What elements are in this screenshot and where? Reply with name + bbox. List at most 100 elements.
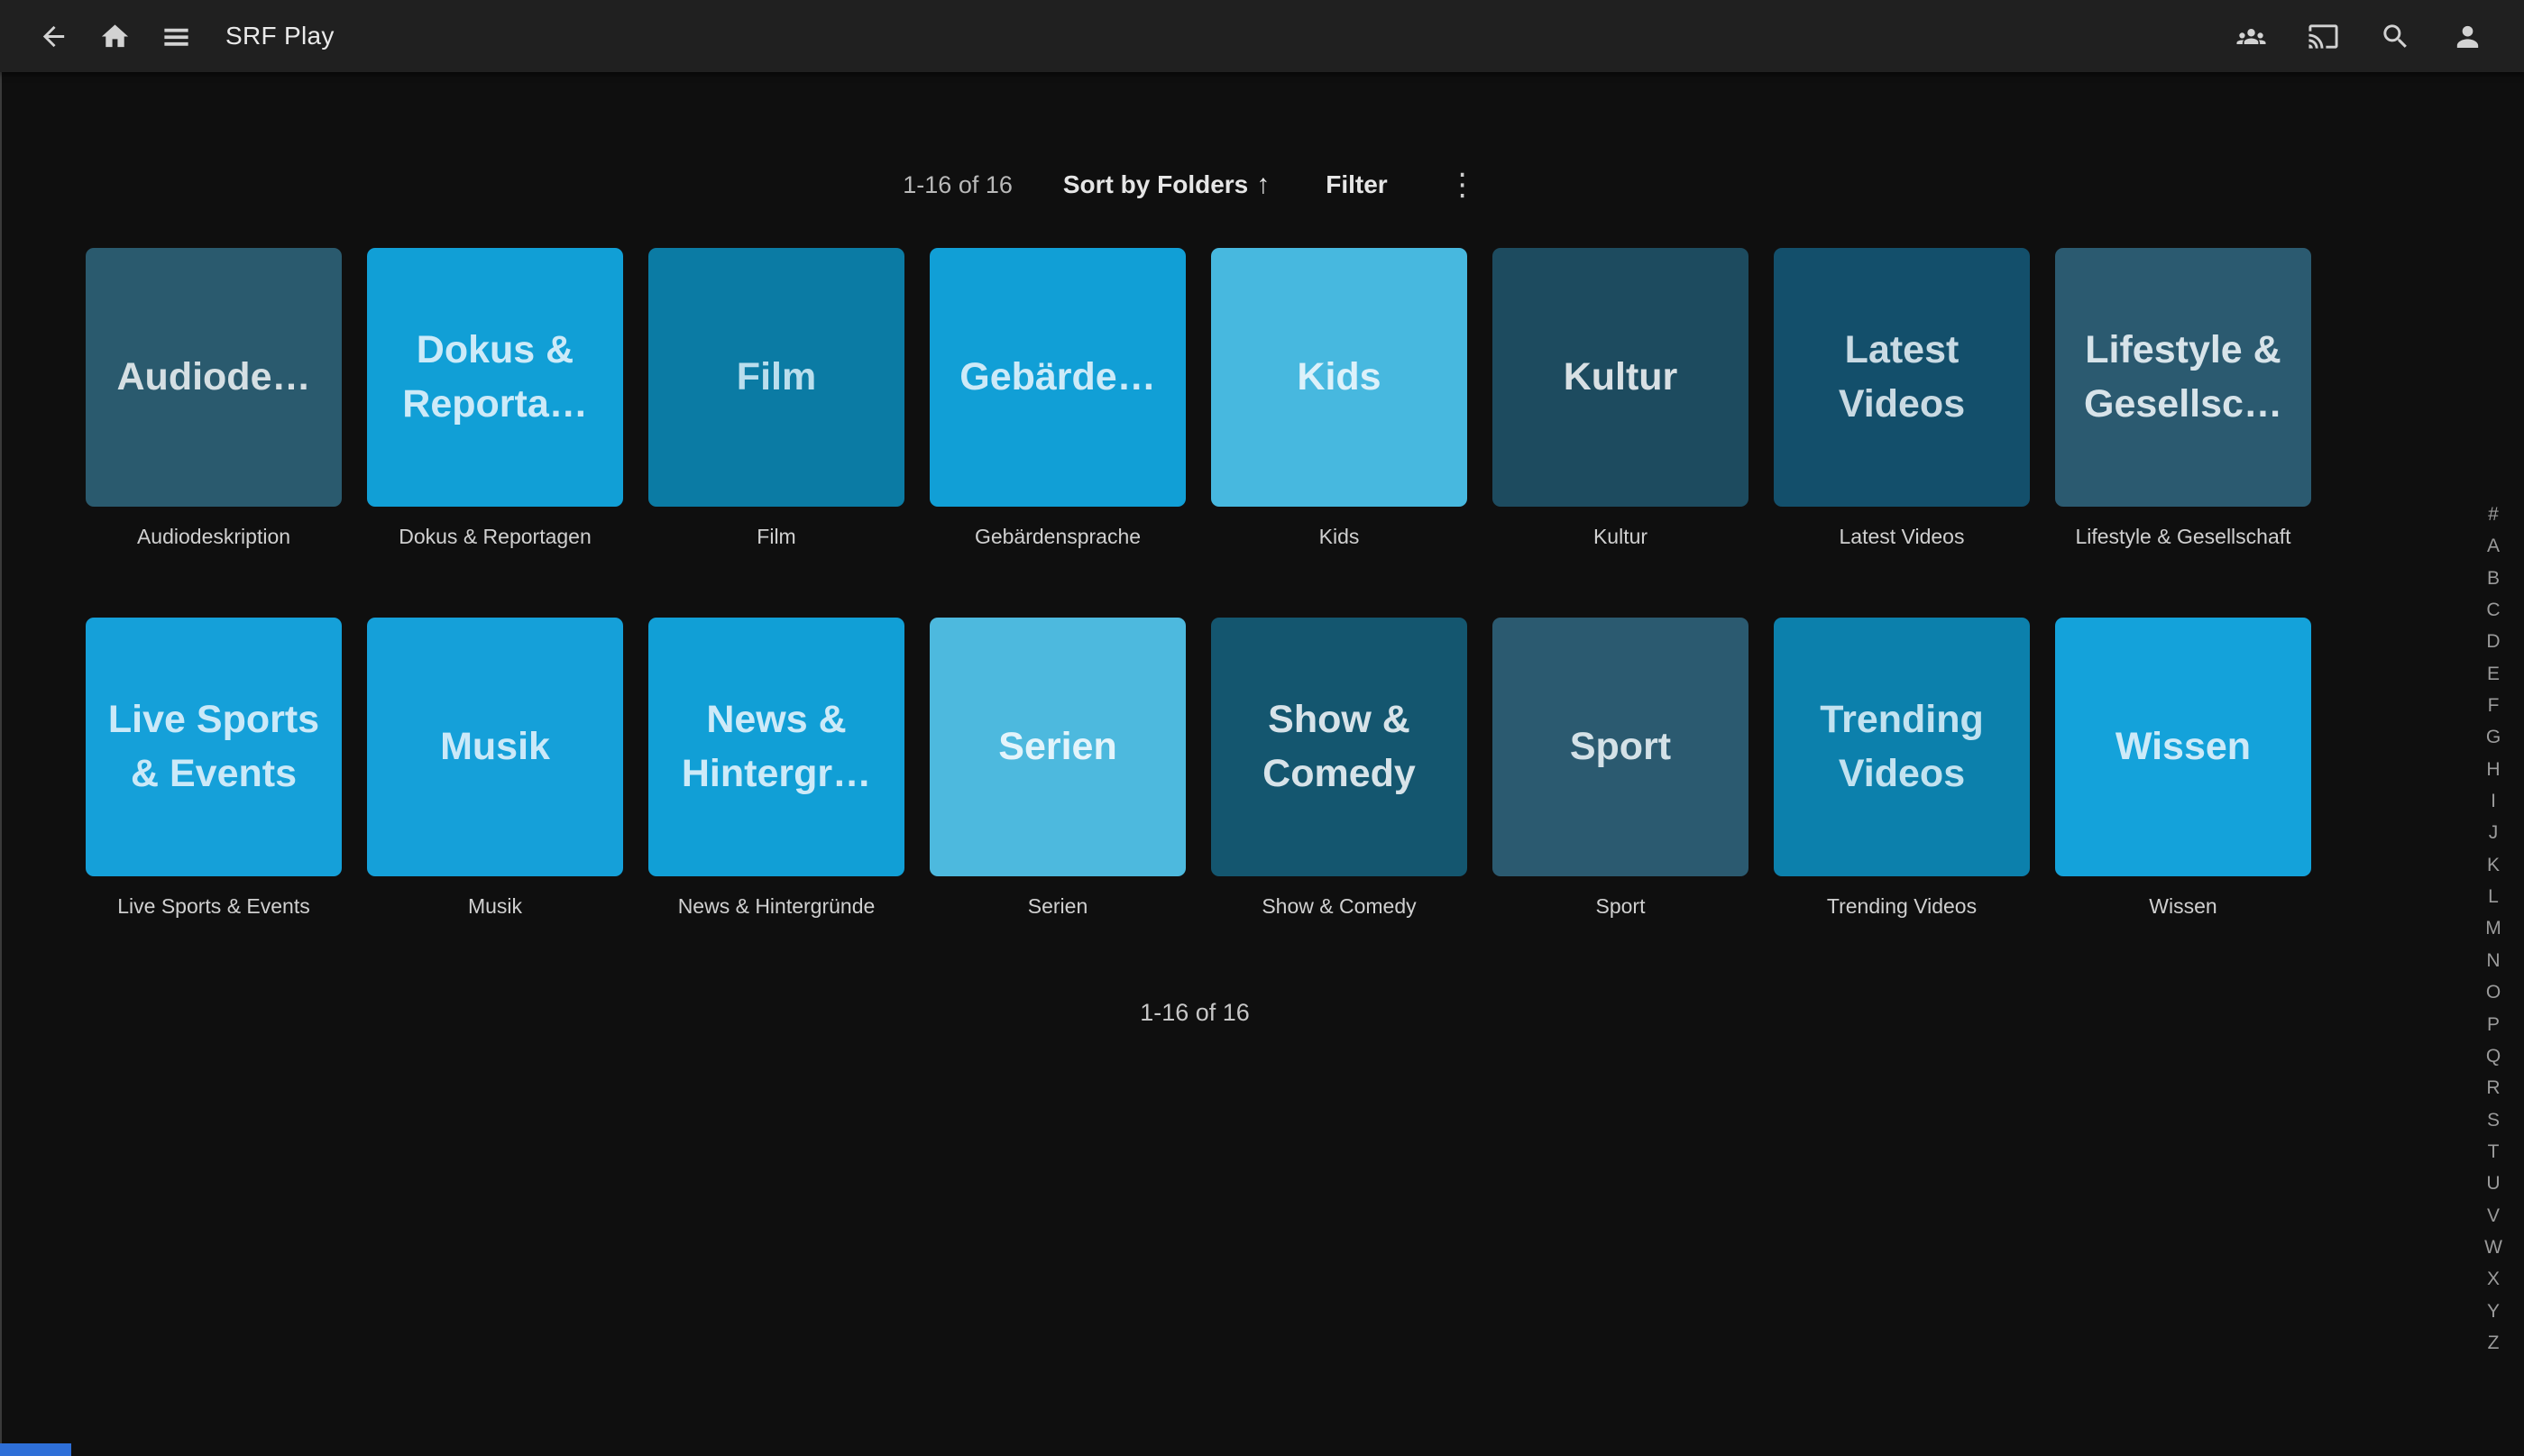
alpha-letter-Y[interactable]: Y [2487, 1302, 2500, 1321]
folder-cell: Kids Kids [1211, 248, 1467, 549]
alpha-letter-hash[interactable]: # [2488, 505, 2499, 524]
folder-tile[interactable]: Sport [1492, 618, 1748, 876]
alpha-letter-P[interactable]: P [2487, 1015, 2500, 1034]
folder-tile[interactable]: Kids [1211, 248, 1467, 507]
folder-caption[interactable]: News & Hintergründe [648, 894, 904, 919]
alpha-letter-A[interactable]: A [2487, 536, 2500, 555]
alpha-letter-U[interactable]: U [2486, 1174, 2500, 1193]
search-button[interactable] [2369, 10, 2421, 62]
folder-cell: Wissen Wissen [2055, 618, 2311, 919]
alpha-letter-Q[interactable]: Q [2486, 1047, 2501, 1066]
folder-caption[interactable]: Latest Videos [1774, 525, 2030, 549]
syncplay-button[interactable] [2225, 10, 2277, 62]
list-toolbar: 1-16 of 16 Sort by Folders ↑ Filter ⋮ [0, 160, 2390, 209]
alpha-letter-N[interactable]: N [2486, 951, 2500, 970]
folder-tile[interactable]: Latest Videos [1774, 248, 2030, 507]
alpha-letter-V[interactable]: V [2487, 1206, 2500, 1225]
cast-button[interactable] [2297, 10, 2349, 62]
alpha-letter-Z[interactable]: Z [2488, 1333, 2500, 1352]
people-group-icon [2235, 21, 2267, 52]
menu-button[interactable] [150, 10, 202, 62]
cast-icon [2308, 21, 2339, 52]
folder-tile[interactable]: Wissen [2055, 618, 2311, 876]
alpha-letter-D[interactable]: D [2486, 632, 2500, 651]
folder-tile-label: Gebärde… [942, 351, 1173, 404]
alpha-letter-L[interactable]: L [2488, 887, 2499, 906]
overflow-menu-button[interactable]: ⋮ [1438, 166, 1487, 204]
folder-caption[interactable]: Gebärdensprache [930, 525, 1186, 549]
alpha-letter-I[interactable]: I [2491, 792, 2496, 810]
alpha-letter-W[interactable]: W [2484, 1238, 2502, 1257]
folder-tile-label: Musik [380, 720, 610, 774]
folder-caption[interactable]: Wissen [2055, 894, 2311, 919]
folder-tile[interactable]: News & Hintergr… [648, 618, 904, 876]
back-arrow-icon [38, 21, 69, 52]
folder-cell: Dokus & Reporta… Dokus & Reportagen [367, 248, 623, 549]
folder-tile[interactable]: Gebärde… [930, 248, 1186, 507]
filter-button[interactable]: Filter [1320, 167, 1392, 203]
folder-tile[interactable]: Trending Videos [1774, 618, 2030, 876]
folder-tile[interactable]: Show & Comedy [1211, 618, 1467, 876]
alpha-letter-B[interactable]: B [2487, 569, 2500, 588]
folder-tile[interactable]: Audiode… [86, 248, 342, 507]
sort-button[interactable]: Sort by Folders ↑ [1058, 166, 1275, 204]
folder-caption[interactable]: Kids [1211, 525, 1467, 549]
sort-button-label: Sort by Folders [1063, 170, 1248, 199]
folder-cell: Trending Videos Trending Videos [1774, 618, 2030, 919]
back-button[interactable] [27, 10, 79, 62]
bottom-accent-bar [0, 1443, 71, 1456]
folder-caption[interactable]: Audiodeskription [86, 525, 342, 549]
alpha-letter-C[interactable]: C [2486, 600, 2500, 619]
page-title: SRF Play [225, 22, 335, 50]
folder-tile[interactable]: Film [648, 248, 904, 507]
folder-tile[interactable]: Lifestyle & Gesellsc… [2055, 248, 2311, 507]
home-button[interactable] [88, 10, 141, 62]
user-button[interactable] [2441, 10, 2493, 62]
folder-caption[interactable]: Serien [930, 894, 1186, 919]
alpha-letter-K[interactable]: K [2487, 856, 2500, 875]
folder-cell: Kultur Kultur [1492, 248, 1748, 549]
alpha-letter-T[interactable]: T [2488, 1142, 2500, 1161]
alpha-letter-X[interactable]: X [2487, 1269, 2500, 1288]
alpha-letter-R[interactable]: R [2486, 1078, 2500, 1097]
folder-grid: Audiode… Audiodeskription Dokus & Report… [86, 248, 2311, 919]
folder-caption[interactable]: Kultur [1492, 525, 1748, 549]
alpha-letter-F[interactable]: F [2488, 696, 2500, 715]
folder-tile[interactable]: Live Sports & Events [86, 618, 342, 876]
filter-button-label: Filter [1326, 170, 1387, 199]
alpha-letter-E[interactable]: E [2487, 664, 2500, 683]
folder-cell: Film Film [648, 248, 904, 549]
folder-caption[interactable]: Musik [367, 894, 623, 919]
alpha-letter-J[interactable]: J [2489, 823, 2499, 842]
folder-tile[interactable]: Kultur [1492, 248, 1748, 507]
home-icon [99, 21, 131, 52]
folder-tile[interactable]: Dokus & Reporta… [367, 248, 623, 507]
folder-tile-label: Dokus & Reporta… [380, 324, 610, 431]
folder-cell: Lifestyle & Gesellsc… Lifestyle & Gesell… [2055, 248, 2311, 549]
alpha-letter-G[interactable]: G [2486, 728, 2501, 746]
folder-caption[interactable]: Show & Comedy [1211, 894, 1467, 919]
folder-tile-label: Latest Videos [1786, 324, 2017, 431]
folder-tile-label: Kids [1224, 351, 1455, 404]
folder-tile[interactable]: Serien [930, 618, 1186, 876]
alpha-letter-H[interactable]: H [2486, 760, 2500, 779]
folder-caption[interactable]: Trending Videos [1774, 894, 2030, 919]
folder-tile[interactable]: Musik [367, 618, 623, 876]
folder-caption[interactable]: Sport [1492, 894, 1748, 919]
folder-caption[interactable]: Dokus & Reportagen [367, 525, 623, 549]
folder-caption[interactable]: Film [648, 525, 904, 549]
alphabet-picker: # ABCDEFGHIJKLMNOPQRSTUVWXYZ [2477, 505, 2510, 1352]
alpha-letter-M[interactable]: M [2485, 919, 2501, 938]
window-edge [0, 0, 2, 1456]
search-icon [2380, 21, 2411, 52]
folder-cell: Sport Sport [1492, 618, 1748, 919]
folder-tile-label: Sport [1505, 720, 1736, 774]
folder-tile-label: Serien [942, 720, 1173, 774]
folder-tile-label: Show & Comedy [1224, 693, 1455, 801]
folder-caption[interactable]: Lifestyle & Gesellschaft [2055, 525, 2311, 549]
alpha-letter-S[interactable]: S [2487, 1111, 2500, 1130]
folder-cell: Serien Serien [930, 618, 1186, 919]
bottom-pagination: 1-16 of 16 [0, 994, 2390, 1030]
folder-caption[interactable]: Live Sports & Events [86, 894, 342, 919]
alpha-letter-O[interactable]: O [2486, 983, 2501, 1002]
